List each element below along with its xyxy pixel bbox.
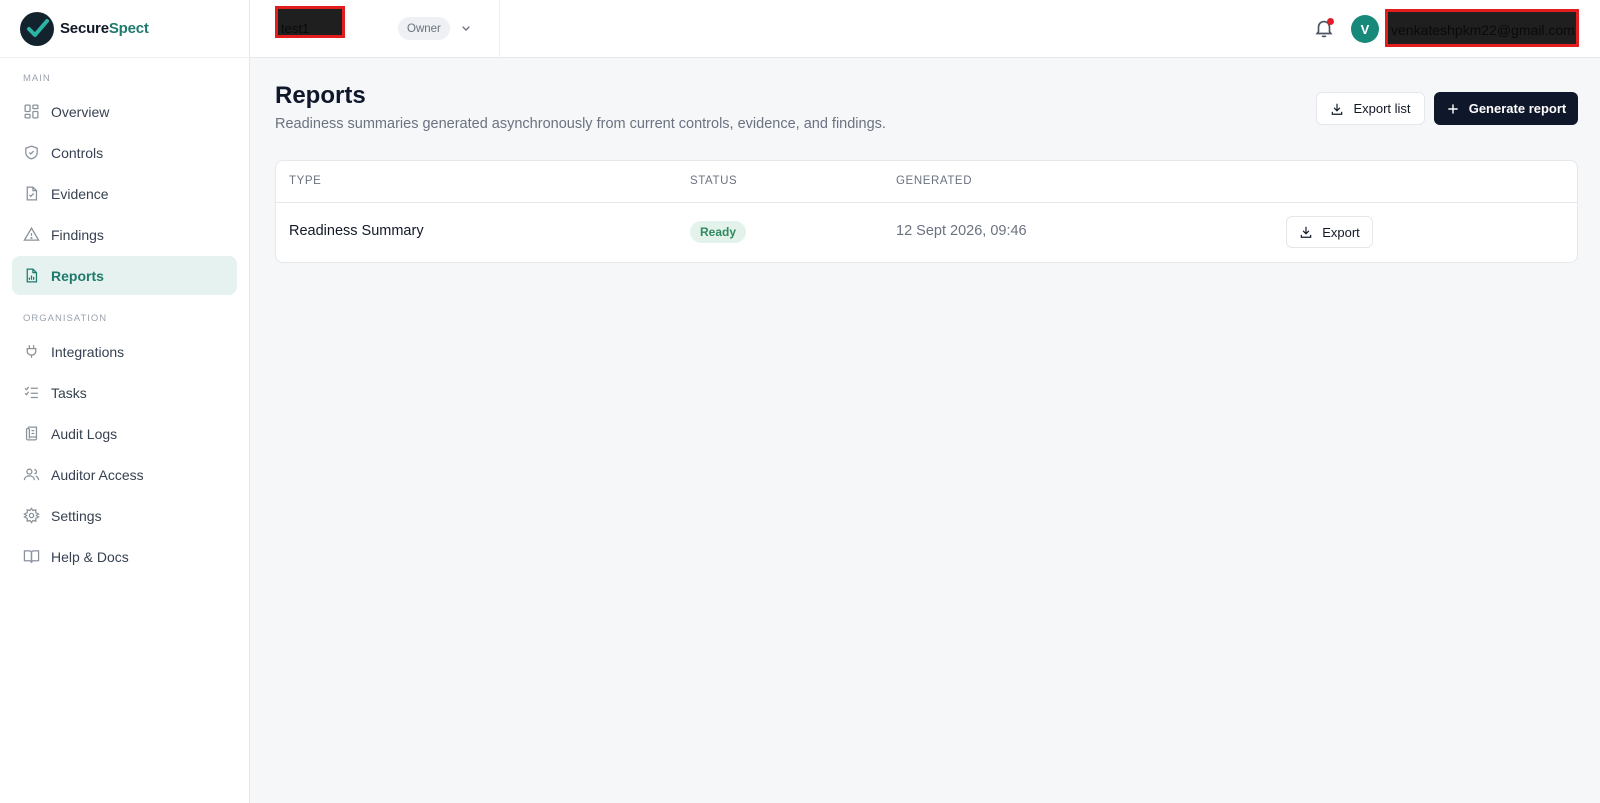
sidebar-item-auditor-access[interactable]: Auditor Access xyxy=(12,455,237,494)
generated-date: 12 Sept 2026, 09:46 xyxy=(896,223,1027,239)
logo-check-icon xyxy=(20,11,54,46)
gear-icon xyxy=(22,507,40,525)
section-label-main: MAIN xyxy=(23,73,51,84)
report-type: Readiness Summary xyxy=(289,223,424,239)
sidebar-item-controls[interactable]: Controls xyxy=(12,133,237,172)
shield-check-icon xyxy=(22,144,40,162)
sidebar-item-settings[interactable]: Settings xyxy=(12,496,237,535)
chevron-down-icon[interactable] xyxy=(458,20,474,36)
sidebar-item-label: Tasks xyxy=(51,384,87,401)
export-label: Export xyxy=(1322,224,1360,240)
sidebar-item-label: Overview xyxy=(51,103,110,120)
column-header-status: STATUS xyxy=(690,175,738,187)
page-subtitle: Readiness summaries generated asynchrono… xyxy=(275,116,886,132)
sidebar-item-findings[interactable]: Findings xyxy=(12,215,237,254)
sidebar-item-tasks[interactable]: Tasks xyxy=(12,373,237,412)
table-header: TYPE STATUS GENERATED xyxy=(276,161,1577,203)
report-chart-icon xyxy=(22,267,40,285)
sidebar-item-label: Auditor Access xyxy=(51,466,144,483)
sidebar: SecureSpect MAIN Overview Controls Evide… xyxy=(0,0,250,803)
notification-dot xyxy=(1327,18,1334,25)
user-email[interactable]: venkateshpkm22@gmail.com xyxy=(1385,9,1579,47)
download-icon xyxy=(1332,103,1343,115)
reports-table: TYPE STATUS GENERATED Readiness Summary … xyxy=(275,160,1578,263)
generate-report-label: Generate report xyxy=(1468,101,1567,116)
sidebar-item-label: Controls xyxy=(51,144,104,161)
avatar[interactable]: V xyxy=(1351,15,1379,43)
generate-report-button[interactable]: Generate report xyxy=(1434,92,1578,125)
users-icon xyxy=(22,466,40,484)
warning-triangle-icon xyxy=(22,226,40,244)
app-logo[interactable]: SecureSpect xyxy=(0,0,249,58)
sidebar-item-label: Settings xyxy=(51,507,102,524)
notifications-bell-icon[interactable] xyxy=(1313,17,1335,39)
sidebar-item-evidence[interactable]: Evidence xyxy=(12,174,237,213)
column-header-type: TYPE xyxy=(289,175,322,187)
sidebar-item-reports[interactable]: Reports xyxy=(12,256,237,295)
sidebar-item-label: Reports xyxy=(51,267,104,284)
download-icon xyxy=(1300,226,1312,238)
role-badge: Owner xyxy=(398,17,450,40)
scroll-icon xyxy=(22,425,40,443)
export-button[interactable]: Export xyxy=(1286,216,1373,248)
sidebar-item-label: Help & Docs xyxy=(51,548,129,565)
sidebar-item-integrations[interactable]: Integrations xyxy=(12,332,237,371)
export-list-button[interactable]: Export list xyxy=(1316,92,1425,125)
sidebar-item-help-docs[interactable]: Help & Docs xyxy=(12,537,237,576)
file-icon xyxy=(22,185,40,203)
sidebar-item-label: Integrations xyxy=(51,343,125,360)
brand-name: SecureSpect xyxy=(60,20,149,37)
top-bar: test1 Owner V venkateshpkm22@gmail.com xyxy=(250,0,1600,58)
book-icon xyxy=(22,548,40,566)
export-list-label: Export list xyxy=(1353,101,1411,116)
page-title: Reports xyxy=(275,82,366,109)
column-header-generated: GENERATED xyxy=(896,175,973,187)
plug-icon xyxy=(22,343,40,361)
org-name: test1 xyxy=(275,6,345,38)
section-label-organisation: ORGANISATION xyxy=(23,313,108,324)
grid-icon xyxy=(22,103,40,121)
org-switcher[interactable]: test1 Owner xyxy=(250,0,500,58)
sidebar-item-overview[interactable]: Overview xyxy=(12,92,237,131)
checklist-icon xyxy=(22,384,40,402)
status-badge: Ready xyxy=(690,221,747,243)
sidebar-item-label: Audit Logs xyxy=(51,425,118,442)
sidebar-item-label: Evidence xyxy=(51,185,109,202)
plus-icon xyxy=(1448,103,1458,114)
sidebar-item-audit-logs[interactable]: Audit Logs xyxy=(12,414,237,453)
sidebar-item-label: Findings xyxy=(51,226,104,243)
table-row: Readiness Summary Ready 12 Sept 2026, 09… xyxy=(276,203,1577,261)
